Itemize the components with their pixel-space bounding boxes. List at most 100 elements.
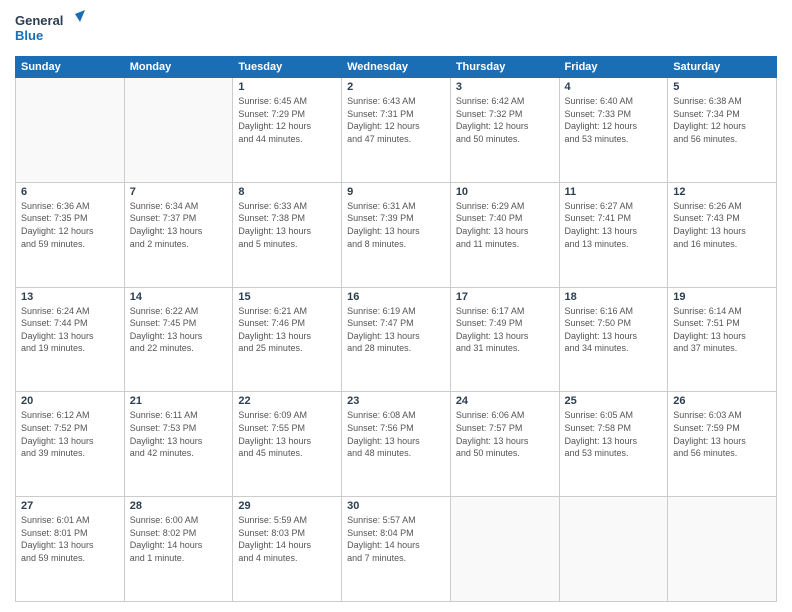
day-info: Sunrise: 6:34 AM Sunset: 7:37 PM Dayligh… [130, 200, 228, 250]
day-number: 10 [456, 186, 554, 198]
day-number: 5 [673, 81, 771, 93]
day-info: Sunrise: 5:59 AM Sunset: 8:03 PM Dayligh… [238, 514, 336, 564]
day-number: 3 [456, 81, 554, 93]
day-number: 15 [238, 291, 336, 303]
weekday-header-thursday: Thursday [450, 57, 559, 78]
svg-text:General: General [15, 13, 63, 28]
day-number: 7 [130, 186, 228, 198]
calendar-cell: 12 Sunrise: 6:26 AM Sunset: 7:43 PM Dayli… [668, 182, 777, 287]
calendar-cell [124, 78, 233, 183]
day-info: Sunrise: 6:14 AM Sunset: 7:51 PM Dayligh… [673, 305, 771, 355]
calendar-week-row: 27 Sunrise: 6:01 AM Sunset: 8:01 PM Dayli… [16, 497, 777, 602]
day-number: 25 [565, 395, 663, 407]
day-info: Sunrise: 6:03 AM Sunset: 7:59 PM Dayligh… [673, 409, 771, 459]
calendar-cell: 1 Sunrise: 6:45 AM Sunset: 7:29 PM Daylig… [233, 78, 342, 183]
day-number: 21 [130, 395, 228, 407]
day-info: Sunrise: 6:38 AM Sunset: 7:34 PM Dayligh… [673, 95, 771, 145]
weekday-header-row: SundayMondayTuesdayWednesdayThursdayFrid… [16, 57, 777, 78]
calendar-cell: 6 Sunrise: 6:36 AM Sunset: 7:35 PM Daylig… [16, 182, 125, 287]
calendar-cell: 24Sunrise: 6:06 AM Sunset: 7:57 PM Dayli… [450, 392, 559, 497]
day-info: Sunrise: 6:27 AM Sunset: 7:41 PM Dayligh… [565, 200, 663, 250]
calendar-cell: 30 Sunrise: 5:57 AM Sunset: 8:04 PM Dayli… [342, 497, 451, 602]
day-number: 30 [347, 500, 445, 512]
day-number: 6 [21, 186, 119, 198]
day-number: 28 [130, 500, 228, 512]
calendar-cell: 8 Sunrise: 6:33 AM Sunset: 7:38 PM Daylig… [233, 182, 342, 287]
day-number: 11 [565, 186, 663, 198]
calendar-cell: 19 Sunrise: 6:14 AM Sunset: 7:51 PM Dayli… [668, 287, 777, 392]
day-number: 19 [673, 291, 771, 303]
day-number: 22 [238, 395, 336, 407]
logo-block: General Blue [15, 10, 85, 48]
calendar-cell: 29 Sunrise: 5:59 AM Sunset: 8:03 PM Dayli… [233, 497, 342, 602]
day-info: Sunrise: 6:12 AM Sunset: 7:52 PM Dayligh… [21, 409, 119, 459]
calendar-cell: 17 Sunrise: 6:17 AM Sunset: 7:49 PM Dayli… [450, 287, 559, 392]
calendar-cell: 14 Sunrise: 6:22 AM Sunset: 7:45 PM Dayli… [124, 287, 233, 392]
day-info: Sunrise: 6:05 AM Sunset: 7:58 PM Dayligh… [565, 409, 663, 459]
calendar-cell [450, 497, 559, 602]
day-number: 18 [565, 291, 663, 303]
day-number: 20 [21, 395, 119, 407]
calendar-cell: 15 Sunrise: 6:21 AM Sunset: 7:46 PM Dayli… [233, 287, 342, 392]
calendar-week-row: 1 Sunrise: 6:45 AM Sunset: 7:29 PM Daylig… [16, 78, 777, 183]
day-info: Sunrise: 6:45 AM Sunset: 7:29 PM Dayligh… [238, 95, 336, 145]
day-info: Sunrise: 6:40 AM Sunset: 7:33 PM Dayligh… [565, 95, 663, 145]
calendar-cell: 5 Sunrise: 6:38 AM Sunset: 7:34 PM Daylig… [668, 78, 777, 183]
svg-text:Blue: Blue [15, 28, 43, 43]
weekday-header-saturday: Saturday [668, 57, 777, 78]
day-info: Sunrise: 6:22 AM Sunset: 7:45 PM Dayligh… [130, 305, 228, 355]
day-info: Sunrise: 6:16 AM Sunset: 7:50 PM Dayligh… [565, 305, 663, 355]
day-info: Sunrise: 6:31 AM Sunset: 7:39 PM Dayligh… [347, 200, 445, 250]
calendar-cell: 13 Sunrise: 6:24 AM Sunset: 7:44 PM Dayli… [16, 287, 125, 392]
day-info: Sunrise: 6:29 AM Sunset: 7:40 PM Dayligh… [456, 200, 554, 250]
weekday-header-tuesday: Tuesday [233, 57, 342, 78]
calendar-week-row: 13 Sunrise: 6:24 AM Sunset: 7:44 PM Dayli… [16, 287, 777, 392]
day-number: 2 [347, 81, 445, 93]
day-number: 8 [238, 186, 336, 198]
calendar-cell: 16Sunrise: 6:19 AM Sunset: 7:47 PM Dayli… [342, 287, 451, 392]
calendar-cell: 23Sunrise: 6:08 AM Sunset: 7:56 PM Dayli… [342, 392, 451, 497]
day-info: Sunrise: 6:36 AM Sunset: 7:35 PM Dayligh… [21, 200, 119, 250]
day-info: Sunrise: 6:00 AM Sunset: 8:02 PM Dayligh… [130, 514, 228, 564]
day-info: Sunrise: 6:17 AM Sunset: 7:49 PM Dayligh… [456, 305, 554, 355]
day-info: Sunrise: 6:21 AM Sunset: 7:46 PM Dayligh… [238, 305, 336, 355]
day-info: Sunrise: 6:01 AM Sunset: 8:01 PM Dayligh… [21, 514, 119, 564]
day-number: 14 [130, 291, 228, 303]
day-info: Sunrise: 6:33 AM Sunset: 7:38 PM Dayligh… [238, 200, 336, 250]
day-info: Sunrise: 6:26 AM Sunset: 7:43 PM Dayligh… [673, 200, 771, 250]
calendar-cell [559, 497, 668, 602]
weekday-header-friday: Friday [559, 57, 668, 78]
calendar-cell: 2 Sunrise: 6:43 AM Sunset: 7:31 PM Daylig… [342, 78, 451, 183]
calendar-cell: 18 Sunrise: 6:16 AM Sunset: 7:50 PM Dayli… [559, 287, 668, 392]
calendar-week-row: 6 Sunrise: 6:36 AM Sunset: 7:35 PM Daylig… [16, 182, 777, 287]
calendar-cell [668, 497, 777, 602]
day-info: Sunrise: 6:24 AM Sunset: 7:44 PM Dayligh… [21, 305, 119, 355]
day-number: 16 [347, 291, 445, 303]
day-info: Sunrise: 6:43 AM Sunset: 7:31 PM Dayligh… [347, 95, 445, 145]
calendar-cell: 20 Sunrise: 6:12 AM Sunset: 7:52 PM Dayli… [16, 392, 125, 497]
day-info: Sunrise: 6:08 AM Sunset: 7:56 PM Dayligh… [347, 409, 445, 459]
day-number: 4 [565, 81, 663, 93]
weekday-header-wednesday: Wednesday [342, 57, 451, 78]
day-number: 17 [456, 291, 554, 303]
day-number: 26 [673, 395, 771, 407]
calendar-cell: 28 Sunrise: 6:00 AM Sunset: 8:02 PM Dayli… [124, 497, 233, 602]
day-number: 29 [238, 500, 336, 512]
calendar-cell: 7 Sunrise: 6:34 AM Sunset: 7:37 PM Daylig… [124, 182, 233, 287]
day-number: 13 [21, 291, 119, 303]
day-info: Sunrise: 5:57 AM Sunset: 8:04 PM Dayligh… [347, 514, 445, 564]
calendar-cell [16, 78, 125, 183]
calendar-cell: 26 Sunrise: 6:03 AM Sunset: 7:59 PM Dayli… [668, 392, 777, 497]
day-info: Sunrise: 6:09 AM Sunset: 7:55 PM Dayligh… [238, 409, 336, 459]
day-info: Sunrise: 6:11 AM Sunset: 7:53 PM Dayligh… [130, 409, 228, 459]
day-number: 24 [456, 395, 554, 407]
day-number: 27 [21, 500, 119, 512]
logo-svg: General Blue [15, 10, 85, 48]
weekday-header-sunday: Sunday [16, 57, 125, 78]
day-number: 12 [673, 186, 771, 198]
day-number: 1 [238, 81, 336, 93]
calendar-table: SundayMondayTuesdayWednesdayThursdayFrid… [15, 56, 777, 602]
weekday-header-monday: Monday [124, 57, 233, 78]
calendar-cell: 22 Sunrise: 6:09 AM Sunset: 7:55 PM Dayli… [233, 392, 342, 497]
calendar-cell: 3Sunrise: 6:42 AM Sunset: 7:32 PM Daylig… [450, 78, 559, 183]
